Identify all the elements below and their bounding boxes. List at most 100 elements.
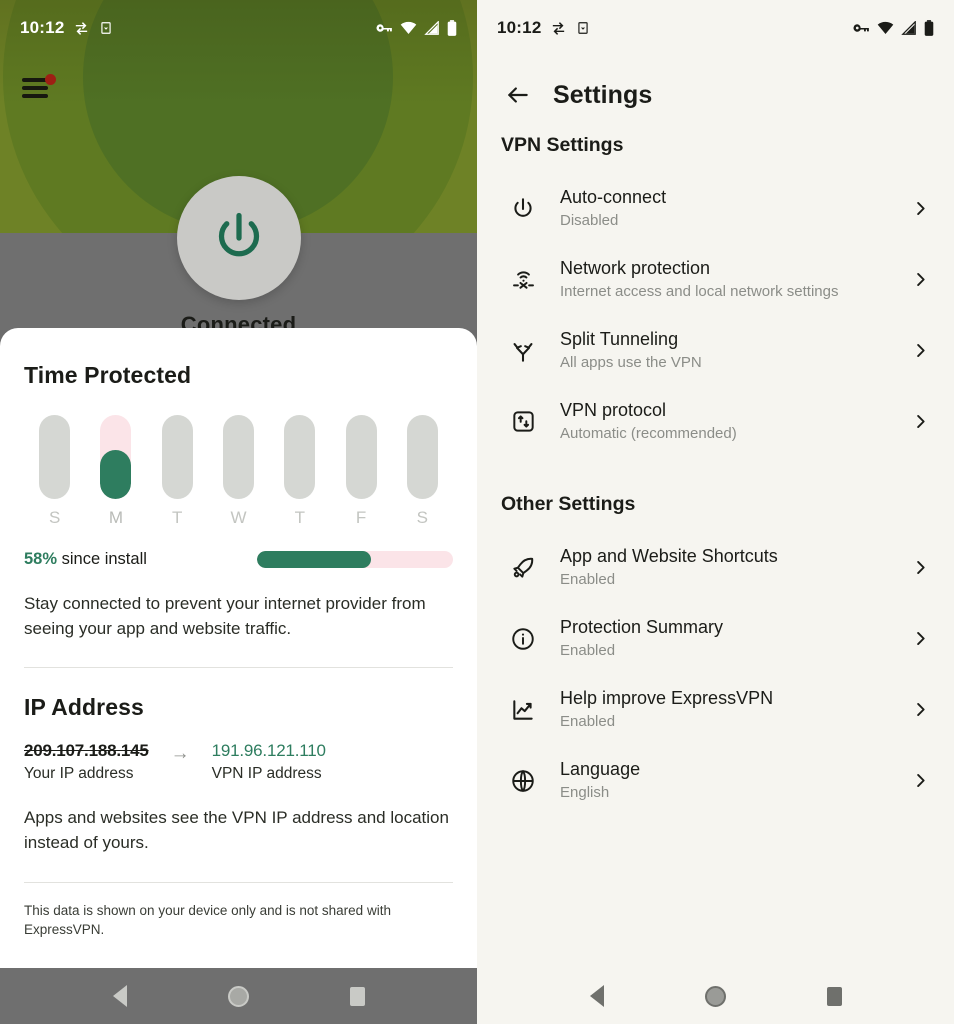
chart-bar-fill <box>100 450 132 499</box>
install-stat-percent: 58% <box>24 550 58 568</box>
split-tunneling-icon <box>501 338 545 364</box>
arrow-left-icon[interactable] <box>501 78 535 112</box>
setting-text: Language English <box>560 759 911 802</box>
sidebar-item-protection-summary[interactable]: Protection Summary Enabled <box>477 603 954 674</box>
notification-badge-dot <box>45 74 56 85</box>
chart-bar-track <box>406 415 438 499</box>
chart-bar-track <box>345 415 377 499</box>
chart-day-column: F <box>330 415 391 528</box>
settings-list: VPN Settings Auto-connect Disabled Netwo… <box>477 134 954 816</box>
time-protected-description: Stay connected to prevent your internet … <box>24 594 426 639</box>
power-icon <box>218 212 259 257</box>
status-bar-left: 10:12 <box>497 18 590 38</box>
chart-bar-track <box>284 415 316 499</box>
app-bar: Settings <box>477 56 954 134</box>
setting-subtitle: All apps use the VPN <box>560 353 702 371</box>
chart-day-label: S <box>48 508 61 527</box>
device-download-icon <box>576 20 590 36</box>
setting-text: App and Website Shortcuts Enabled <box>560 546 911 589</box>
rocket-icon <box>501 555 545 581</box>
vpn-protocol-icon <box>501 409 545 434</box>
cellular-signal-icon <box>424 21 440 35</box>
setting-subtitle: Enabled <box>560 641 616 659</box>
details-sheet: Time Protected S M T W T F S 58% since i… <box>0 328 477 968</box>
chart-day-label: T <box>172 508 183 527</box>
globe-icon <box>501 768 545 794</box>
back-triangle-icon[interactable] <box>569 968 625 1024</box>
chart-line-icon <box>501 697 545 723</box>
setting-title: Language <box>560 759 641 780</box>
install-stat-suffix: since install <box>57 550 147 568</box>
chart-day-column: W <box>208 415 269 528</box>
vpn-ip-caption: VPN IP address <box>211 765 322 783</box>
recents-square-icon[interactable] <box>807 968 863 1024</box>
chevron-right-icon <box>911 771 930 790</box>
install-stat-row: 58% since install <box>24 550 453 569</box>
setting-subtitle: Internet access and local network settin… <box>560 282 839 300</box>
info-icon <box>501 626 545 652</box>
divider <box>24 667 453 669</box>
section-title-vpn-settings: VPN Settings <box>501 134 624 156</box>
setting-text: Network protection Internet access and l… <box>560 258 911 301</box>
chart-day-label: T <box>294 508 305 527</box>
chart-day-label: F <box>355 508 367 527</box>
install-progress-bar <box>257 551 453 568</box>
device-download-icon <box>99 20 113 36</box>
install-stat-label: 58% since install <box>24 550 147 569</box>
status-bar-right <box>375 20 457 36</box>
power-icon <box>501 196 545 222</box>
privacy-footnote: This data is shown on your device only a… <box>24 902 391 938</box>
battery-icon <box>924 20 934 36</box>
sidebar-item-help-improve-expressvpn[interactable]: Help improve ExpressVPN Enabled <box>477 674 954 745</box>
vpn-key-swap-icon <box>550 20 567 37</box>
home-circle-icon[interactable] <box>211 968 267 1024</box>
wifi-icon <box>400 21 417 35</box>
setting-title: Protection Summary <box>560 617 724 638</box>
your-ip-block: 209.107.188.145 Your IP address <box>24 741 149 783</box>
sidebar-item-app-website-shortcuts[interactable]: App and Website Shortcuts Enabled <box>477 532 954 603</box>
power-button[interactable] <box>176 176 301 300</box>
chevron-right-icon <box>911 412 930 431</box>
sidebar-item-auto-connect[interactable]: Auto-connect Disabled <box>477 173 954 244</box>
page-title: Settings <box>553 80 653 109</box>
home-screen: 10:12 Connected Time Protected S M T W T… <box>0 0 477 1024</box>
sidebar-item-language[interactable]: Language English <box>477 745 954 816</box>
sidebar-item-network-protection[interactable]: Network protection Internet access and l… <box>477 244 954 315</box>
sidebar-item-vpn-protocol[interactable]: VPN protocol Automatic (recommended) <box>477 386 954 457</box>
chart-day-column: T <box>269 415 330 528</box>
chart-bar-track <box>161 415 193 499</box>
vpn-ip-block: 191.96.121.110 VPN IP address <box>212 741 326 783</box>
setting-text: Help improve ExpressVPN Enabled <box>560 688 911 731</box>
connection-control: Connected <box>176 176 301 338</box>
chart-bar-track <box>100 415 132 499</box>
status-bar: 10:12 <box>0 0 477 56</box>
chart-day-column: M <box>85 415 146 528</box>
settings-screen: 10:12 Settings VPN Settings Auto-connect… <box>477 0 954 1024</box>
vpn-ip-value: 191.96.121.110 <box>211 741 326 761</box>
setting-subtitle: Disabled <box>560 211 619 229</box>
status-bar: 10:12 <box>477 0 954 56</box>
vpn-key-swap-icon <box>73 20 90 37</box>
your-ip-value: 209.107.188.145 <box>24 741 149 761</box>
setting-subtitle: English <box>560 783 610 801</box>
ip-address-description: Apps and websites see the VPN IP address… <box>24 808 449 853</box>
chevron-right-icon <box>911 700 930 719</box>
ip-address-heading: IP Address <box>24 694 144 721</box>
setting-text: Protection Summary Enabled <box>560 617 911 660</box>
back-triangle-icon[interactable] <box>92 968 148 1024</box>
sidebar-item-split-tunneling[interactable]: Split Tunneling All apps use the VPN <box>477 315 954 386</box>
setting-title: App and Website Shortcuts <box>560 546 778 567</box>
your-ip-caption: Your IP address <box>24 765 134 783</box>
system-navigation-bar <box>477 968 954 1024</box>
setting-text: VPN protocol Automatic (recommended) <box>560 400 911 443</box>
battery-icon <box>447 20 457 36</box>
wifi-icon <box>877 21 894 35</box>
chart-bar-track <box>222 415 254 499</box>
chevron-right-icon <box>911 629 930 648</box>
home-circle-icon[interactable] <box>688 968 744 1024</box>
ip-comparison-row: 209.107.188.145 Your IP address → 191.96… <box>24 741 453 783</box>
chart-day-label: S <box>416 508 428 527</box>
hamburger-menu-icon[interactable] <box>22 74 56 104</box>
divider <box>24 881 453 883</box>
recents-square-icon[interactable] <box>330 968 386 1024</box>
